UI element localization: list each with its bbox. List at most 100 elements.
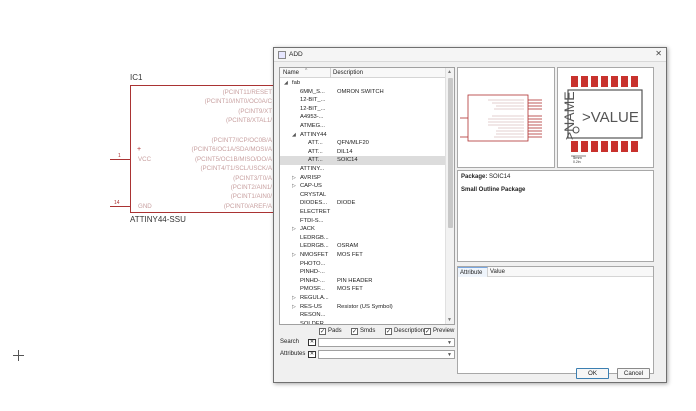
vcc-pin-wire[interactable] [110, 159, 130, 160]
scroll-thumb[interactable] [448, 78, 453, 228]
tree-row[interactable]: LEDRGB... OSRAM [280, 242, 446, 251]
description-checkbox[interactable]: ✓ Description [385, 328, 424, 335]
tree-row-selected[interactable]: ATT... SOIC14 [280, 156, 446, 165]
tree-row-name: RESON... [300, 312, 326, 319]
vcc-pin-number: 1 [118, 153, 121, 159]
tree-row[interactable]: 6MM_S... OMRON SWITCH [280, 88, 446, 97]
tree-row[interactable]: ◢ ATTINY44 [280, 131, 446, 140]
checkbox-box[interactable]: ✓ [385, 328, 392, 335]
tree-row[interactable]: ▷ AVRISP [280, 174, 446, 183]
expand-icon[interactable]: ▷ [292, 226, 296, 232]
tree-row[interactable]: PINHD-... PIN HEADER [280, 277, 446, 286]
expand-icon[interactable]: ▷ [292, 252, 296, 258]
ok-button[interactable]: OK [576, 368, 609, 379]
column-header-attribute[interactable]: Attribute [458, 267, 488, 277]
tree-row[interactable]: ATT... QFN/MLF20 [280, 139, 446, 148]
checkbox-label: Description [394, 328, 425, 334]
checkbox-box[interactable]: ✓ [319, 328, 326, 335]
expand-icon[interactable]: ▷ [292, 304, 296, 310]
gnd-pin-wire[interactable] [110, 206, 130, 207]
expand-icon[interactable]: ▷ [292, 175, 296, 181]
tree-row-name: RES-US [300, 303, 322, 310]
tree-row-name: fab [292, 80, 301, 86]
tree-row[interactable]: ATT... DIL14 [280, 148, 446, 157]
tree-row[interactable]: ELECTRET [280, 208, 446, 217]
tree-row[interactable]: PHOTO... [280, 260, 446, 269]
tree-row[interactable]: DIODES... DIODE [280, 199, 446, 208]
checkbox-label: Pads [328, 328, 342, 334]
pin-label: (PCINT6/OC1A/SDA/MOSI/A [191, 146, 272, 153]
pads-checkbox[interactable]: ✓ Pads [319, 328, 342, 335]
tree-row[interactable]: CRYSTAL [280, 191, 446, 200]
tree-row[interactable]: ATTINY... [280, 165, 446, 174]
dialog-titlebar[interactable]: ADD ✕ [274, 48, 666, 62]
close-icon[interactable]: ✕ [655, 50, 662, 58]
checkbox-box[interactable]: ✓ [424, 328, 431, 335]
library-tree[interactable]: Name ^ Description ◢ fab 6MM_S... OMRON SWI… [279, 67, 455, 325]
tree-header: Name ^ Description [280, 68, 446, 78]
tree-row-name: ELECTRET [300, 209, 331, 215]
tree-row[interactable]: ▷ RES-US Resistor (US Symbol) [280, 303, 446, 312]
attributes-table[interactable]: Attribute Value [457, 266, 654, 374]
tree-row[interactable]: ATMEG... [280, 122, 446, 131]
attributes-label: Attributes [280, 351, 306, 357]
tree-row-description: Resistor (US Symbol) [337, 303, 393, 310]
column-separator[interactable] [330, 68, 331, 78]
tree-row-name: ATTINY44 [300, 131, 327, 138]
vcc-plus-mark: + [137, 146, 142, 153]
tree-row[interactable]: 12-BIT_... [280, 105, 446, 114]
preview-checkbox[interactable]: ✓ Preview [424, 328, 454, 335]
attributes-clear-icon[interactable]: ✕ [308, 351, 316, 358]
tree-row[interactable]: PINHD-... [280, 268, 446, 277]
tree-row-name: LEDRGB... [300, 243, 329, 250]
tree-row-name: ATT... [308, 157, 323, 164]
checkbox-box[interactable]: ✓ [351, 328, 358, 335]
pin-label: (PCINT8/XTAL1/ [226, 117, 272, 124]
tree-row-name: LEDRGB... [300, 234, 329, 241]
tree-row[interactable]: ▷ CAP-US [280, 182, 446, 191]
tree-row[interactable]: ▷ NMOSFET MOS FET [280, 251, 446, 260]
tree-row-description: SOIC14 [337, 157, 358, 164]
tree-scrollbar[interactable]: ▲ ▼ [445, 68, 454, 324]
tree-row-description: OSRAM [337, 243, 359, 250]
origin-cross-icon [18, 350, 19, 361]
tree-row-name: ATMEG... [300, 123, 326, 129]
tree-row[interactable]: RESON... [280, 311, 446, 320]
column-header-value[interactable]: Value [490, 269, 505, 275]
sort-up-icon: ^ [305, 68, 308, 74]
chevron-down-icon[interactable]: ▼ [447, 352, 452, 358]
tree-row[interactable]: PMOSF... MOS FET [280, 285, 446, 294]
pkg-scale-sub-text: 0.2in [573, 160, 581, 164]
expand-icon[interactable]: ▷ [292, 183, 296, 189]
tree-row-name: JACK [300, 226, 315, 233]
tree-row[interactable]: LEDRGB... [280, 234, 446, 243]
scroll-up-icon[interactable]: ▲ [447, 69, 452, 75]
pkg-name-text: >NAME [561, 91, 577, 140]
attributes-input[interactable]: ▼ [318, 350, 455, 359]
tree-row[interactable]: 12-BIT_... [280, 96, 446, 105]
scroll-down-icon[interactable]: ▼ [447, 317, 452, 323]
search-clear-icon[interactable]: ✕ [308, 339, 316, 346]
tree-row[interactable]: ▷ JACK [280, 225, 446, 234]
tree-row-name: ATT... [308, 140, 323, 147]
expand-icon[interactable]: ▷ [292, 295, 296, 301]
tree-row-name: PINHD-... [300, 269, 325, 276]
tree-row[interactable]: ▷ REGULA... [280, 294, 446, 303]
column-header-description[interactable]: Description [333, 70, 363, 76]
tree-row[interactable]: SOLDER... [280, 320, 446, 324]
tree-row[interactable]: ◢ fab [280, 79, 446, 88]
column-header-name[interactable]: Name [283, 70, 299, 76]
collapse-icon[interactable]: ◢ [284, 80, 288, 86]
pin-label: (PCINT1/AIN0/ [230, 193, 272, 200]
tree-row-name: AVRISP [300, 174, 321, 181]
chevron-down-icon[interactable]: ▼ [447, 340, 452, 346]
tree-row-name: CAP-US [300, 183, 322, 190]
smds-checkbox[interactable]: ✓ Smds [351, 328, 375, 335]
cancel-button[interactable]: Cancel [617, 368, 650, 379]
description-pane: Package: SOIC14 Small Outline Package [457, 170, 654, 262]
search-input[interactable]: ▼ [318, 338, 455, 347]
collapse-icon[interactable]: ◢ [292, 132, 296, 138]
tree-row[interactable]: FTDI-S... [280, 217, 446, 226]
checkbox-label: Preview [433, 328, 455, 334]
tree-row[interactable]: A4953-... [280, 113, 446, 122]
